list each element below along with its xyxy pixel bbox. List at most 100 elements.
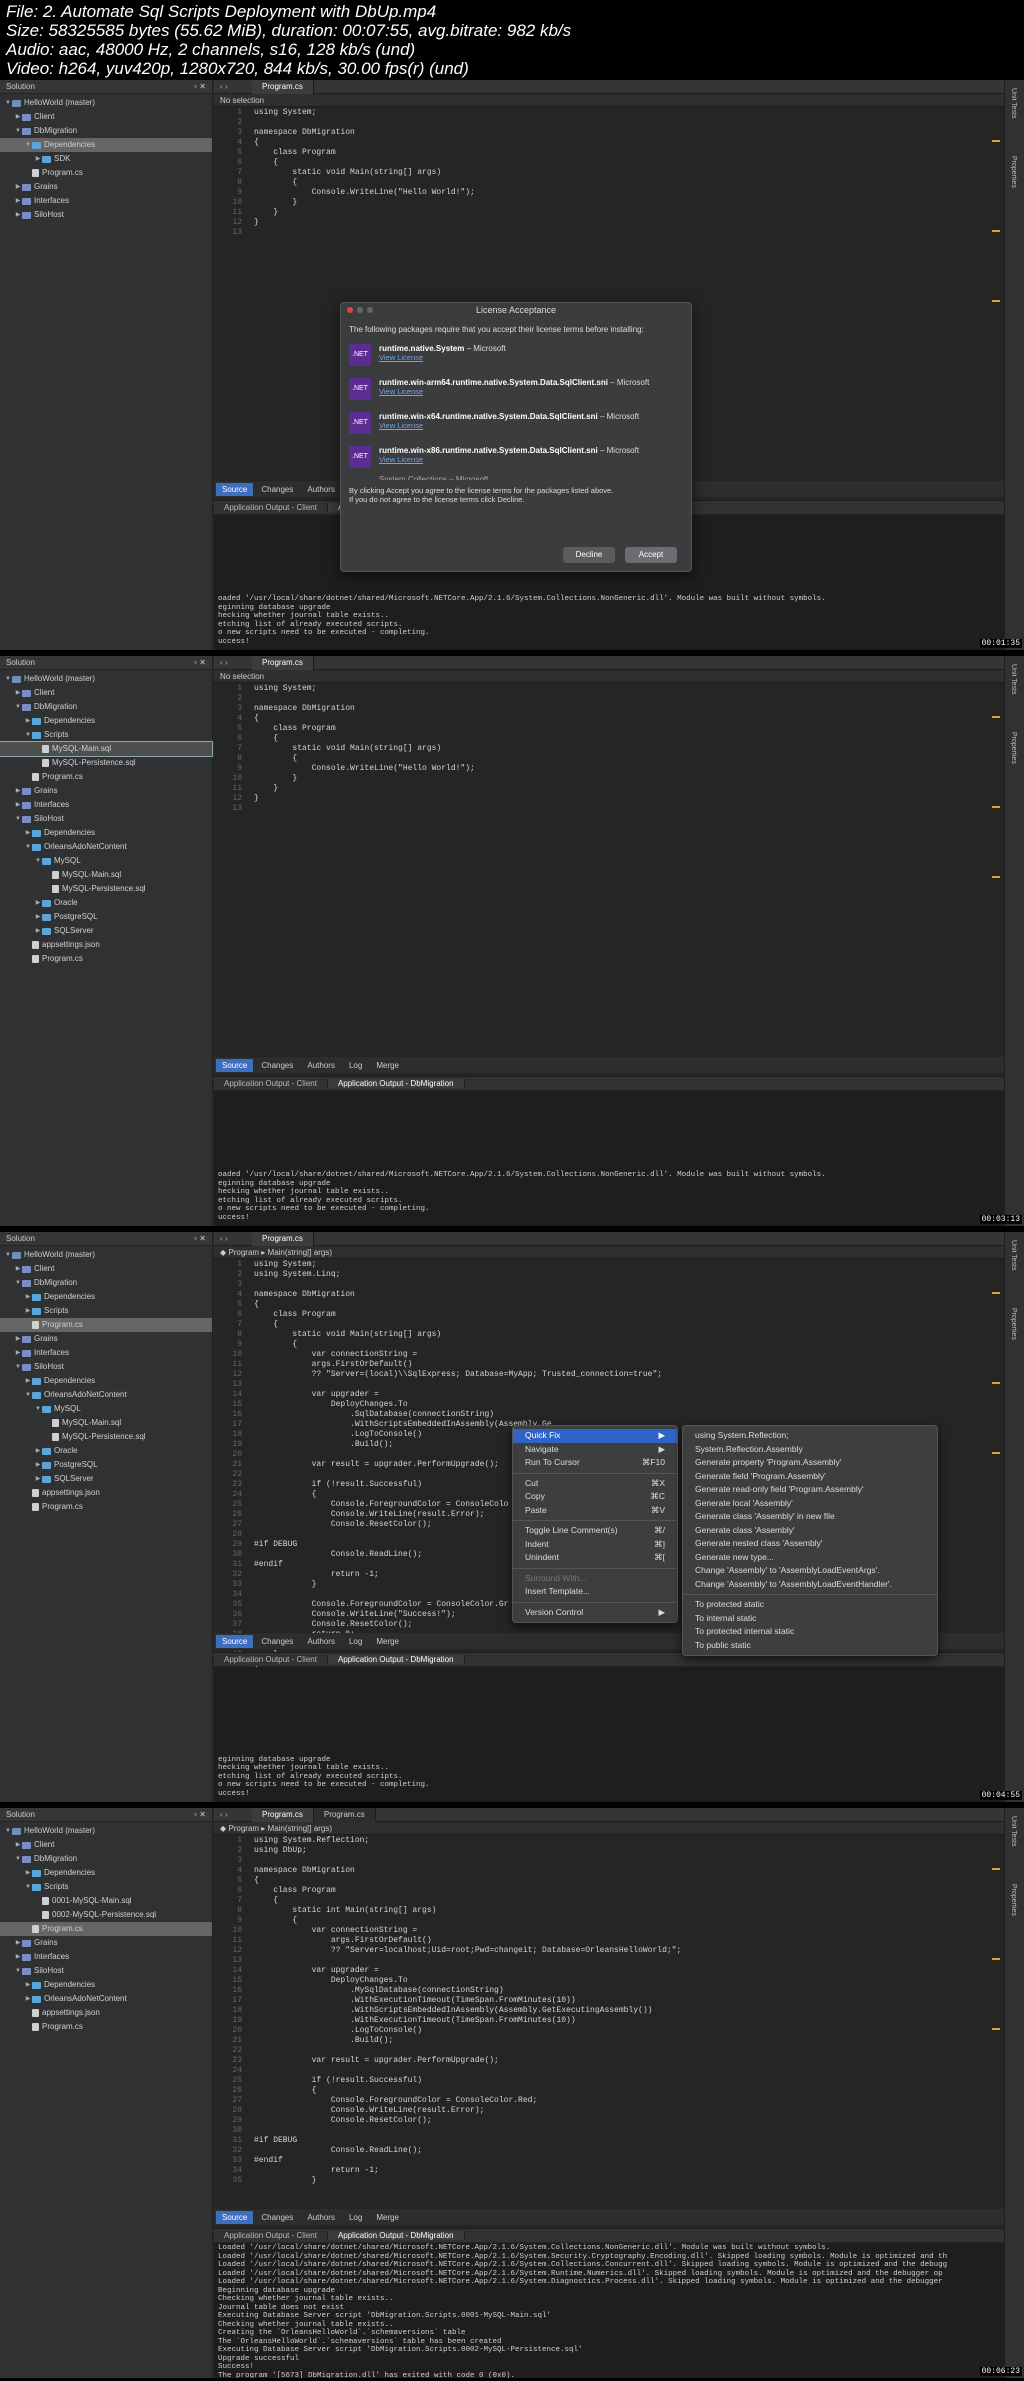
tree-item[interactable]: ▼ HelloWorld (master) <box>0 1824 212 1838</box>
context-menu-item[interactable]: Quick Fix ▶ <box>513 1429 677 1443</box>
breadcrumb-class[interactable]: Program <box>228 1248 259 1257</box>
vc-tab-changes[interactable]: Changes <box>255 1059 299 1072</box>
tree-item[interactable]: ▶ Grains <box>0 1936 212 1950</box>
quick-fix-item[interactable]: Change 'Assembly' to 'AssemblyLoadEventH… <box>683 1578 937 1592</box>
tree-item[interactable]: MySQL-Persistence.sql <box>0 1430 212 1444</box>
vc-tab-log[interactable]: Log <box>343 2211 368 2224</box>
tree-item[interactable]: ▶ PostgreSQL <box>0 1458 212 1472</box>
tree-item[interactable]: ▼ Dependencies <box>0 138 212 152</box>
chevron-down-icon[interactable]: ▼ <box>14 1360 22 1374</box>
view-license-link[interactable]: View License <box>379 421 639 430</box>
unit-tests-pad[interactable]: Unit Tests <box>1010 88 1017 148</box>
chevron-right-icon[interactable]: ▶ <box>34 1472 42 1486</box>
tree-item[interactable]: ▼ SiloHost <box>0 1360 212 1374</box>
chevron-right-icon[interactable]: ▶ <box>34 1444 42 1458</box>
pad-close-icon[interactable]: ▫ ✕ <box>194 658 206 667</box>
chevron-right-icon[interactable]: ▶ <box>14 110 22 124</box>
tree-item[interactable]: ▶ Grains <box>0 180 212 194</box>
breadcrumb-method[interactable]: Main(string[] args) <box>268 1824 332 1833</box>
accept-button[interactable]: Accept <box>625 547 677 563</box>
chevron-down-icon[interactable]: ▼ <box>24 138 32 152</box>
quick-fix-item[interactable]: System.Reflection.Assembly <box>683 1443 937 1457</box>
chevron-right-icon[interactable]: ▶ <box>24 714 32 728</box>
context-menu-item[interactable]: Run To Cursor ⌘F10 <box>513 1456 677 1470</box>
breadcrumb[interactable]: No selection <box>214 94 1004 107</box>
decline-button[interactable]: Decline <box>563 547 615 563</box>
vc-tab-source[interactable]: Source <box>216 2210 254 2224</box>
vc-tab-changes[interactable]: Changes <box>255 483 299 496</box>
vc-tab-merge[interactable]: Merge <box>370 1059 405 1072</box>
vc-tab-authors[interactable]: Authors <box>301 483 341 496</box>
tab-program-cs[interactable]: Program.cs <box>252 656 314 670</box>
application-output[interactable]: Loaded '/usr/local/share/dotnet/shared/M… <box>214 2243 1004 2378</box>
chevron-down-icon[interactable]: ▼ <box>14 1276 22 1290</box>
tree-item[interactable]: ▶ Dependencies <box>0 826 212 840</box>
tree-item[interactable]: ▼ DbMigration <box>0 1276 212 1290</box>
vc-tab-merge[interactable]: Merge <box>370 1635 405 1648</box>
chevron-right-icon[interactable]: ▶ <box>14 1838 22 1852</box>
chevron-right-icon[interactable]: ▶ <box>34 924 42 938</box>
vc-tab-log[interactable]: Log <box>343 1059 368 1072</box>
tree-item[interactable]: ▼ MySQL <box>0 1402 212 1416</box>
code-editor[interactable]: 1 using System.Reflection; 2 using DbUp; 3 4 n… <box>214 1836 1004 2186</box>
context-menu-item[interactable]: Paste ⌘V <box>513 1504 677 1518</box>
vc-tab-source[interactable]: Source <box>216 1634 254 1648</box>
chevron-down-icon[interactable]: ▼ <box>4 672 12 686</box>
breadcrumb-method[interactable]: Main(string[] args) <box>268 1248 332 1257</box>
tab-output-client[interactable]: Application Output - Client <box>214 1655 328 1664</box>
chevron-down-icon[interactable]: ▼ <box>14 812 22 826</box>
tree-item[interactable]: appsettings.json <box>0 1486 212 1500</box>
chevron-down-icon[interactable]: ▼ <box>4 1248 12 1262</box>
quick-fix-item[interactable]: To public static <box>683 1639 937 1653</box>
chevron-down-icon[interactable]: ▼ <box>24 1880 32 1894</box>
tab-program-cs[interactable]: Program.cs <box>252 1232 314 1246</box>
tree-item[interactable]: ▶ Dependencies <box>0 1978 212 1992</box>
tree-item[interactable]: ▶ Dependencies <box>0 714 212 728</box>
unit-tests-pad[interactable]: Unit Tests <box>1010 1240 1017 1300</box>
chevron-right-icon[interactable]: ▶ <box>14 1936 22 1950</box>
chevron-down-icon[interactable]: ▼ <box>24 728 32 742</box>
tree-item[interactable]: ▶ Grains <box>0 784 212 798</box>
vc-tab-authors[interactable]: Authors <box>301 1635 341 1648</box>
vc-tab-log[interactable]: Log <box>343 1635 368 1648</box>
nav-arrows-icon[interactable]: ‹ › <box>214 658 252 667</box>
tree-item[interactable]: 0001-MySQL-Main.sql <box>0 1894 212 1908</box>
chevron-down-icon[interactable]: ▼ <box>24 840 32 854</box>
window-controls[interactable] <box>347 307 373 313</box>
breadcrumb[interactable]: No selection <box>214 670 1004 683</box>
quick-fix-item[interactable]: Generate nested class 'Assembly' <box>683 1537 937 1551</box>
tree-item[interactable]: Program.cs <box>0 952 212 966</box>
tree-item[interactable]: ▶ Interfaces <box>0 194 212 208</box>
tree-item[interactable]: ▶ Client <box>0 110 212 124</box>
view-license-link[interactable]: View License <box>379 353 506 362</box>
tree-item[interactable]: ▶ Oracle <box>0 1444 212 1458</box>
tree-item[interactable]: ▶ OrleansAdoNetContent <box>0 1992 212 2006</box>
tree-item[interactable]: ▼ OrleansAdoNetContent <box>0 840 212 854</box>
chevron-right-icon[interactable]: ▶ <box>14 1346 22 1360</box>
tree-item[interactable]: ▶ Oracle <box>0 896 212 910</box>
context-menu-item[interactable]: Unindent ⌘[ <box>513 1551 677 1565</box>
chevron-right-icon[interactable]: ▶ <box>14 194 22 208</box>
context-menu-item[interactable]: Indent ⌘] <box>513 1538 677 1552</box>
tree-item[interactable]: MySQL-Main.sql <box>0 741 213 757</box>
nav-arrows-icon[interactable]: ‹ › <box>214 1810 252 1819</box>
breadcrumb-class[interactable]: Program <box>228 1824 259 1833</box>
code-editor[interactable]: 1 using System; 2 3 namespace DbMigration 4{5… <box>214 684 1004 814</box>
chevron-down-icon[interactable]: ▼ <box>4 1824 12 1838</box>
tree-item[interactable]: ▶ Scripts <box>0 1304 212 1318</box>
tree-item[interactable]: ▼ SiloHost <box>0 1964 212 1978</box>
chevron-down-icon[interactable]: ▼ <box>14 124 22 138</box>
nav-arrows-icon[interactable]: ‹ › <box>214 1234 252 1243</box>
tree-item[interactable]: MySQL-Main.sql <box>0 1416 212 1430</box>
vc-tab-authors[interactable]: Authors <box>301 2211 341 2224</box>
chevron-down-icon[interactable]: ▼ <box>34 1402 42 1416</box>
tree-item[interactable]: ▶ SiloHost <box>0 208 212 222</box>
tree-item[interactable]: ▶ Client <box>0 1838 212 1852</box>
chevron-right-icon[interactable]: ▶ <box>24 1866 32 1880</box>
tree-item[interactable]: Program.cs <box>0 1318 212 1332</box>
chevron-right-icon[interactable]: ▶ <box>14 208 22 222</box>
tree-item[interactable]: ▼ HelloWorld (master) <box>0 1248 212 1262</box>
chevron-right-icon[interactable]: ▶ <box>14 1950 22 1964</box>
quick-fix-item[interactable]: Generate class 'Assembly' in new file <box>683 1510 937 1524</box>
tree-item[interactable]: ▶ Grains <box>0 1332 212 1346</box>
